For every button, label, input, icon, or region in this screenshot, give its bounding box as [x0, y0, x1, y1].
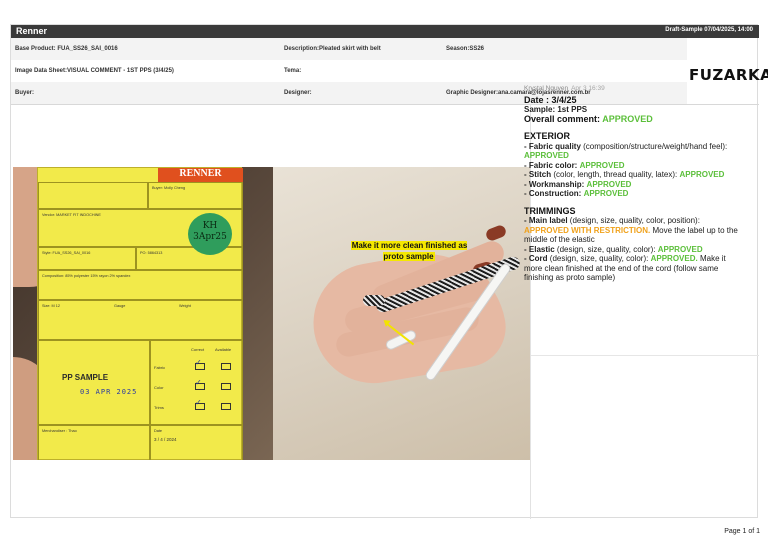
checkbox-shape [221, 363, 231, 370]
photo-annotation: Make it more clean finished as proto sam… [341, 240, 477, 262]
tag-size-row: Size: M 12 Gauge Weight [38, 300, 243, 340]
ext-fabric-color: - Fabric color: APPROVED [524, 161, 746, 171]
ext-fabric-quality: - Fabric quality (composition/structure/… [524, 142, 746, 161]
ext-fabric-quality-label: - Fabric quality [524, 141, 581, 151]
tag-color-row: Color [154, 385, 164, 390]
ext-fabric-color-value: APPROVED [579, 160, 625, 170]
comment-divider [531, 355, 759, 356]
date-stamp: 03 APR 2025 [80, 388, 138, 396]
tag-cell [38, 182, 148, 209]
tag-available-header: Available [215, 347, 232, 352]
cord-detail-photo: Make it more clean finished as proto sam… [273, 167, 530, 460]
tag-correct-header: Correct [191, 347, 205, 352]
tag-date-value: 3 / 4 / 2024 [154, 437, 177, 442]
comment-author: Krystal Nguyen [524, 85, 569, 92]
yellow-tag: RENNER Buyer: Molly Cheng Vendor: MARKET… [37, 167, 243, 460]
ext-construction: - Construction: APPROVED [524, 189, 746, 199]
comment-date: Date : 3/4/25 [524, 94, 577, 105]
tema-field: Tema: [284, 68, 302, 74]
checkbox-shape [221, 403, 231, 410]
ext-fabric-quality-desc: (composition/structure/weight/hand feel)… [583, 141, 728, 151]
trimmings-title: TRIMMINGS [524, 205, 576, 216]
ext-fabric-quality-value: APPROVED [524, 151, 569, 160]
draft-stamp: Draft-Sample 07/04/2025, 14:00 [665, 27, 753, 33]
base-product-field: Base Product: FUA_SS26_SAI_0016 [15, 46, 118, 52]
trim-elastic-value: APPROVED [657, 244, 703, 254]
tag-size: Size: M 12 [42, 304, 60, 308]
tag-buyer: Buyer: Molly Cheng [148, 182, 243, 209]
tag-trims-row: Trims [154, 405, 164, 410]
tag-gauge: Gauge [114, 304, 126, 308]
trim-main-label-desc: (design, size, quality, color, position)… [569, 216, 700, 225]
ext-fabric-color-label: - Fabric color: [524, 160, 578, 170]
trim-elastic-desc: (design, size, quality, color): [556, 244, 656, 254]
nail-shape [484, 223, 508, 243]
comment-time: Apr 3 16:39 [571, 85, 605, 92]
tag-fabric-row: Fabric [154, 365, 166, 370]
exterior-title: EXTERIOR [524, 131, 571, 141]
ext-stitch-value: APPROVED [679, 170, 725, 179]
green-approval-stamp: KH 3Apr25 [188, 213, 232, 255]
checkbox-shape [221, 383, 231, 390]
fuzarka-logo: FUZARKA [689, 66, 768, 84]
check-icon: ✓ [195, 398, 202, 407]
trim-elastic: - Elastic (design, size, quality, color)… [524, 245, 746, 255]
trim-elastic-label: - Elastic [524, 244, 555, 254]
comment-meta: Krystal Nguyen Apr 3 16:39 [524, 84, 746, 94]
tag-date-cell: Date 3 / 4 / 2024 [150, 425, 243, 460]
ext-stitch-label: - Stitch [524, 170, 552, 179]
buyer-field: Buyer: [15, 90, 35, 96]
photo-annotation-text: Make it more clean finished as proto sam… [350, 241, 468, 261]
tag-date-label: Date [154, 429, 163, 433]
trim-main-label: - Main label (design, size, quality, col… [524, 216, 746, 245]
comment-sample: Sample: 1st PPS [524, 104, 588, 114]
comment-panel: Krystal Nguyen Apr 3 16:39 Date : 3/4/25 … [524, 84, 746, 283]
pp-sample-tag-photo: RENNER Buyer: Molly Cheng Vendor: MARKET… [13, 167, 273, 460]
trim-main-label-value: APPROVED WITH RESTRICTION. [524, 225, 651, 235]
tag-cell [38, 340, 150, 425]
trim-cord-value: APPROVED. [650, 254, 698, 263]
designer-field: Designer: [284, 90, 312, 96]
tag-merchandiser: Merchandiser : Thao [38, 425, 150, 460]
season-field: Season:SS26 [446, 46, 485, 52]
ext-workmanship: - Workmanship: APPROVED [524, 180, 746, 190]
tag-check-grid: Correct Available Fabric Color Trims ✓ ✓… [150, 340, 243, 425]
ext-stitch-desc: (color, length, thread quality, latex): [553, 170, 678, 179]
ext-workmanship-value: APPROVED [586, 179, 632, 189]
trim-cord-desc: (design, size, quality, color): [549, 254, 649, 263]
tag-composition: Composition: 85% polyester 15% rayon 2% … [38, 270, 243, 300]
tag-weight: Weight [179, 304, 191, 308]
check-icon: ✓ [195, 358, 202, 367]
ext-construction-value: APPROVED [583, 189, 629, 198]
overall-value: APPROVED [602, 114, 653, 124]
top-bar: Renner Draft-Sample 07/04/2025, 14:00 [11, 25, 759, 38]
dark-cord-end [363, 295, 385, 306]
brand-title: Renner [16, 26, 48, 36]
ext-workmanship-label: - Workmanship: [524, 179, 585, 189]
ext-construction-label: - Construction: [524, 189, 582, 198]
pp-sample-label: PP SAMPLE [62, 373, 109, 382]
overall-label: Overall comment: [524, 114, 601, 124]
tag-style: Style: FUA_SS26_SAI_0016 [38, 247, 136, 270]
trim-main-label-name: - Main label [524, 216, 568, 225]
description-field: Description:Pleated skirt with belt [284, 46, 381, 52]
trim-cord-label: - Cord [524, 254, 548, 263]
tag-brand-band: RENNER [158, 168, 243, 182]
ext-stitch: - Stitch (color, length, thread quality,… [524, 170, 746, 180]
header-row-product: Base Product: FUA_SS26_SAI_0016 Descript… [11, 38, 687, 60]
page-number: Page 1 of 1 [724, 528, 760, 535]
tag-po: PO: 5864313 [136, 247, 243, 270]
trim-cord: - Cord (design, size, quality, color): A… [524, 254, 746, 283]
image-data-sheet-field: Image Data Sheet:VISUAL COMMENT - 1ST PP… [15, 68, 174, 74]
overall-comment: Overall comment: APPROVED [524, 114, 746, 124]
header-row-sheet: Image Data Sheet:VISUAL COMMENT - 1ST PP… [11, 60, 687, 82]
check-icon: ✓ [195, 378, 202, 387]
